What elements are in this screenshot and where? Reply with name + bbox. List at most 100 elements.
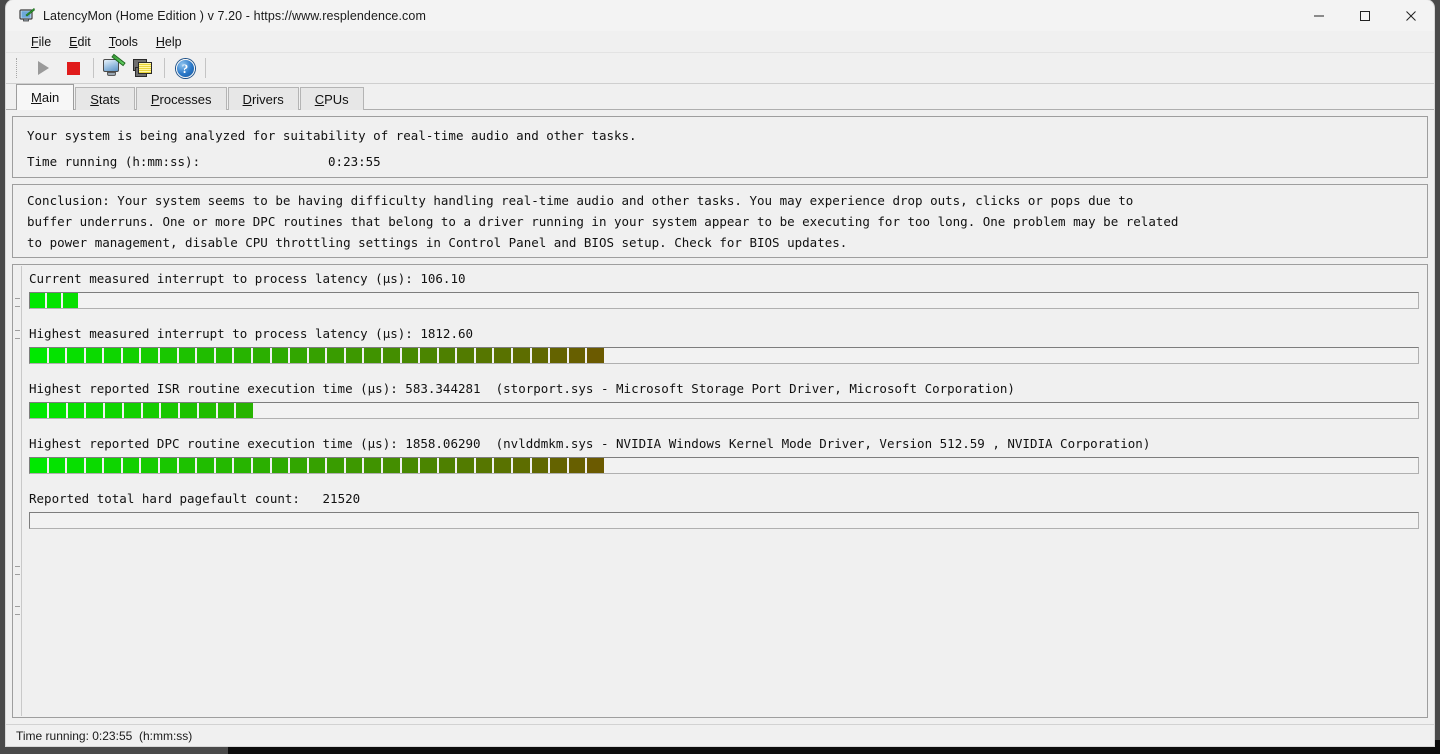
label-value-spacer — [413, 271, 421, 286]
help-button[interactable]: ? — [170, 55, 200, 82]
start-button[interactable] — [28, 55, 58, 82]
progress-segment — [290, 458, 307, 473]
progress-segment — [161, 403, 178, 418]
label-value-spacer — [300, 491, 323, 506]
metrics-scroll-rail[interactable] — [14, 266, 22, 716]
status-bar: Time running: 0:23:55 (h:mm:ss) — [6, 724, 1434, 746]
metrics-panel: Current measured interrupt to process la… — [12, 264, 1428, 718]
tab-main-label: ain — [42, 90, 59, 105]
progress-segment — [346, 458, 363, 473]
highest-dpc-execution-time-value: 1858.06290 — [405, 436, 480, 451]
progress-segment — [587, 458, 604, 473]
progress-segment — [513, 458, 530, 473]
progress-segment — [532, 348, 549, 363]
menu-bar: File Edit Tools Help — [6, 31, 1434, 53]
tab-processes-accel: P — [151, 92, 160, 107]
stop-icon — [67, 62, 80, 75]
metric-row: Highest reported ISR routine execution t… — [29, 375, 1419, 419]
maximize-button[interactable] — [1342, 0, 1388, 31]
progress-segment — [86, 348, 103, 363]
progress-segment — [49, 348, 66, 363]
progress-segment — [104, 458, 121, 473]
progress-segment — [494, 348, 511, 363]
highest-isr-execution-time-value: 583.344281 — [405, 381, 480, 396]
report-button[interactable] — [99, 55, 129, 82]
conclusion-line-1: Conclusion: Your system seems to be havi… — [27, 190, 1417, 211]
tab-stats[interactable]: Stats — [75, 87, 135, 110]
conclusion-line-2: buffer underruns. One or more DPC routin… — [27, 211, 1417, 232]
highest-dpc-execution-time-label: Highest reported DPC routine execution t… — [29, 436, 398, 451]
tab-strip: Main Stats Processes Drivers CPUs — [6, 84, 1434, 110]
time-running-value: 0:23:55 — [328, 154, 381, 169]
progress-segment — [253, 348, 270, 363]
metric-row: Highest reported DPC routine execution t… — [29, 430, 1419, 474]
label-value-spacer — [413, 326, 421, 341]
progress-segment — [49, 403, 66, 418]
value-extra-spacer — [481, 381, 496, 396]
progress-segment — [420, 458, 437, 473]
progress-segment — [104, 348, 121, 363]
tab-cpus-label: PUs — [324, 92, 349, 107]
progress-segment — [476, 458, 493, 473]
play-icon — [38, 61, 49, 75]
progress-segment — [197, 458, 214, 473]
tab-main[interactable]: Main — [16, 84, 74, 110]
progress-segment — [160, 458, 177, 473]
toolbar-grip[interactable] — [16, 58, 19, 78]
progress-segment — [569, 458, 586, 473]
progress-segment — [179, 348, 196, 363]
windows-button[interactable] — [129, 55, 159, 82]
status-bar-text: Time running: 0:23:55 (h:mm:ss) — [16, 729, 192, 743]
tab-drivers-accel: D — [243, 92, 252, 107]
progress-segment — [180, 403, 197, 418]
highest-isr-execution-time-label: Highest reported ISR routine execution t… — [29, 381, 398, 396]
progress-segment — [49, 458, 66, 473]
analysis-status-line: Your system is being analyzed for suitab… — [27, 123, 1417, 149]
tab-drivers[interactable]: Drivers — [228, 87, 299, 110]
close-button[interactable] — [1388, 0, 1434, 31]
progress-segment — [402, 458, 419, 473]
progress-segment — [364, 348, 381, 363]
metrics-list: Current measured interrupt to process la… — [13, 265, 1427, 529]
minimize-button[interactable] — [1296, 0, 1342, 31]
progress-segment — [30, 403, 47, 418]
progress-segment — [105, 403, 122, 418]
progress-segment — [216, 458, 233, 473]
progress-segment — [234, 458, 251, 473]
menu-edit-label: dit — [78, 35, 91, 49]
progress-segment — [550, 458, 567, 473]
progress-segment — [86, 403, 103, 418]
progress-segment — [364, 458, 381, 473]
highest-isr-execution-time-progress-fill — [30, 403, 255, 418]
tab-processes[interactable]: Processes — [136, 87, 227, 110]
client-area: Your system is being analyzed for suitab… — [6, 110, 1434, 724]
progress-segment — [457, 458, 474, 473]
current-interrupt-latency-value: 106.10 — [420, 271, 465, 286]
highest-isr-execution-time-driver-info: (storport.sys - Microsoft Storage Port D… — [496, 381, 1015, 396]
menu-item-file[interactable]: File — [22, 33, 60, 51]
progress-segment — [272, 348, 289, 363]
progress-segment — [234, 348, 251, 363]
progress-segment — [420, 348, 437, 363]
stop-button[interactable] — [58, 55, 88, 82]
current-interrupt-latency-progress-bar — [29, 292, 1419, 309]
menu-item-tools[interactable]: Tools — [100, 33, 147, 51]
progress-segment — [86, 458, 103, 473]
progress-segment — [587, 348, 604, 363]
highest-isr-execution-time-label-row: Highest reported ISR routine execution t… — [29, 375, 1419, 402]
label-value-spacer — [398, 381, 406, 396]
analysis-status-panel: Your system is being analyzed for suitab… — [12, 116, 1428, 178]
menu-file-label: ile — [39, 35, 52, 49]
progress-segment — [309, 348, 326, 363]
menu-help-label: elp — [165, 35, 182, 49]
progress-segment — [327, 458, 344, 473]
menu-item-edit[interactable]: Edit — [60, 33, 100, 51]
window-title: LatencyMon (Home Edition ) v 7.20 - http… — [43, 9, 426, 23]
highest-interrupt-latency-value: 1812.60 — [420, 326, 473, 341]
tab-cpus[interactable]: CPUs — [300, 87, 364, 110]
latencymon-app-icon — [19, 8, 35, 24]
toolbar-separator-1 — [93, 58, 94, 78]
toolbar: ? — [6, 53, 1434, 84]
metric-row: Reported total hard pagefault count: 215… — [29, 485, 1419, 529]
menu-item-help[interactable]: Help — [147, 33, 191, 51]
